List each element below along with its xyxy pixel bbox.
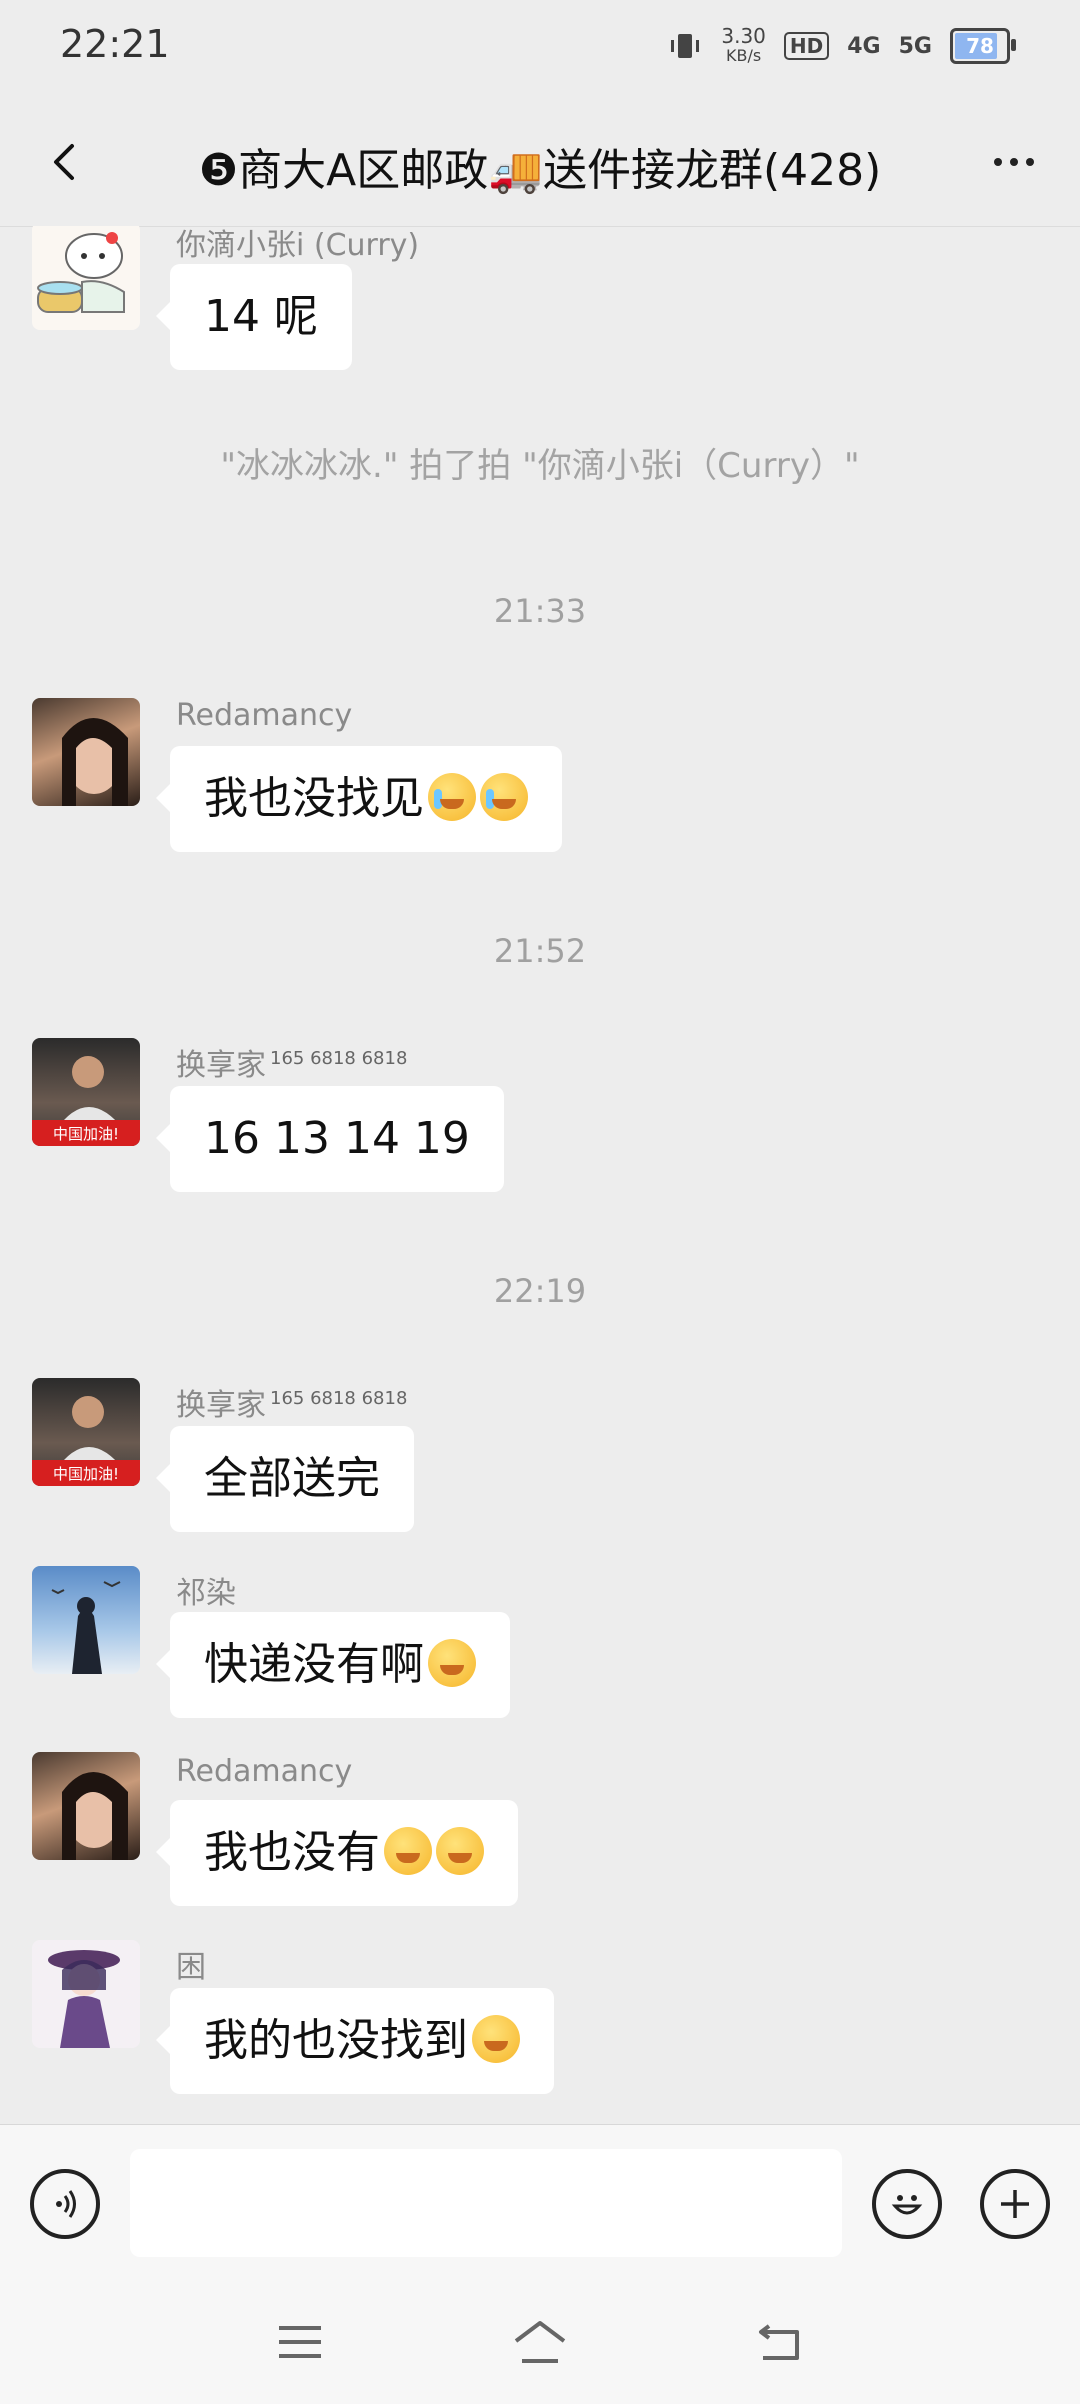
sender-name: 祁染 (176, 1576, 236, 1611)
battery-level: 78 (966, 34, 994, 58)
more-button[interactable] (984, 132, 1044, 192)
shocked-emoji-icon (384, 1827, 432, 1875)
sender-name-text: 换享家 (176, 1048, 266, 1083)
sender-phone: 165 6818 6818 (270, 1048, 408, 1069)
crying-laughing-emoji-icon (428, 773, 476, 821)
message-bubble[interactable]: 14 呢 (156, 264, 352, 370)
message-text: 我的也没找到 (204, 2015, 468, 2066)
sender-name: 困 (176, 1950, 206, 1985)
back-icon (759, 2324, 799, 2360)
avatar[interactable] (32, 698, 140, 806)
more-dot-icon (994, 158, 1002, 166)
chat-header: ❺商大A区邮政🚚送件接龙群(428) (0, 96, 1080, 227)
signal-5g: 5G (898, 33, 932, 59)
vibrate-icon (671, 34, 700, 58)
menu-button[interactable] (265, 2312, 335, 2372)
sender-name: 你滴小张i (Curry) (176, 228, 420, 263)
sender-name: 换享家 165 6818 6818 (176, 1040, 407, 1084)
status-time: 22:21 (60, 22, 170, 66)
hello-kitty-avatar (37, 232, 125, 313)
photo-avatar: 中国加油! (32, 1396, 140, 1486)
photo-avatar (51, 1581, 121, 1674)
shocked-emoji-icon (428, 1639, 476, 1687)
sender-name: Redamancy (176, 1754, 353, 1789)
message-bubble[interactable]: 我的也没找到 (156, 1988, 554, 2094)
avatar-badge-text: 中国加油! (53, 1125, 119, 1143)
plus-button[interactable] (980, 2169, 1050, 2239)
anime-avatar (48, 1950, 120, 2048)
hd-badge: HD (783, 32, 830, 60)
input-bar (0, 2124, 1080, 2285)
timestamp: 21:33 (493, 592, 587, 630)
home-icon (514, 2321, 566, 2363)
message-text: 我也没有 (204, 1827, 380, 1878)
avatar[interactable] (32, 1752, 140, 1860)
emoji-button[interactable] (872, 2169, 942, 2239)
message-bubble[interactable]: 我也没有 (156, 1800, 518, 1906)
chat-title: ❺商大A区邮政🚚送件接龙群(428) (198, 145, 882, 196)
avatar[interactable]: 中国加油! (32, 1378, 140, 1486)
system-notice: "冰冰冰冰." 拍了拍 "你滴小张i（Curry）" (220, 446, 860, 486)
more-dot-icon (1026, 158, 1034, 166)
status-icons: 3.30 KB/s HD 4G 5G 78 (667, 26, 1016, 66)
message-input[interactable] (130, 2149, 842, 2257)
shocked-emoji-icon (436, 1827, 484, 1875)
message-bubble[interactable]: 快递没有啊 (156, 1612, 510, 1718)
timestamp: 22:19 (493, 1272, 587, 1310)
signal-4g: 4G (847, 33, 881, 59)
back-nav-button[interactable] (745, 2312, 815, 2372)
emoji-icon (891, 2195, 923, 2215)
timestamp: 21:52 (493, 932, 587, 970)
network-speed: 3.30 KB/s (721, 26, 766, 66)
home-button[interactable] (505, 2312, 575, 2372)
photo-avatar (62, 1772, 128, 1860)
message-text: 我也没找见 (204, 773, 424, 824)
message-bubble[interactable]: 我也没找见 (156, 746, 562, 852)
avatar[interactable]: 中国加油! (32, 1038, 140, 1146)
avatar-badge-text: 中国加油! (53, 1465, 119, 1483)
plus-icon (1001, 2190, 1029, 2218)
voice-button[interactable] (30, 2169, 100, 2239)
photo-avatar (62, 718, 128, 806)
speed-unit: KB/s (726, 46, 762, 65)
status-bar: 22:21 3.30 KB/s HD 4G 5G 78 (0, 0, 1080, 96)
avatar[interactable] (32, 226, 140, 330)
sender-name: Redamancy (176, 698, 353, 733)
crying-laughing-emoji-icon (480, 773, 528, 821)
speed-value: 3.30 (721, 24, 766, 48)
sender-phone: 165 6818 6818 (270, 1388, 408, 1409)
avatar[interactable] (32, 1566, 140, 1674)
avatar[interactable] (32, 1940, 140, 2048)
system-nav-bar (0, 2284, 1080, 2404)
message-text: 16 13 14 19 (204, 1113, 470, 1164)
sender-name: 换享家 165 6818 6818 (176, 1380, 407, 1424)
more-dot-icon (1010, 158, 1018, 166)
chat-area[interactable]: 你滴小张i (Curry) 14 呢 "冰冰冰冰." 拍了拍 "你滴小张i（Cu… (0, 226, 1080, 2124)
shocked-emoji-icon (472, 2015, 520, 2063)
menu-icon (279, 2326, 321, 2358)
photo-avatar: 中国加油! (32, 1056, 140, 1146)
message-text: 全部送完 (204, 1453, 380, 1504)
sender-name-text: 换享家 (176, 1388, 266, 1423)
message-text: 快递没有啊 (204, 1639, 424, 1690)
battery-icon: 78 (950, 28, 1016, 64)
message-text: 14 呢 (204, 291, 318, 342)
message-bubble[interactable]: 全部送完 (156, 1426, 414, 1532)
message-bubble[interactable]: 16 13 14 19 (156, 1086, 504, 1192)
voice-icon (56, 2190, 76, 2218)
